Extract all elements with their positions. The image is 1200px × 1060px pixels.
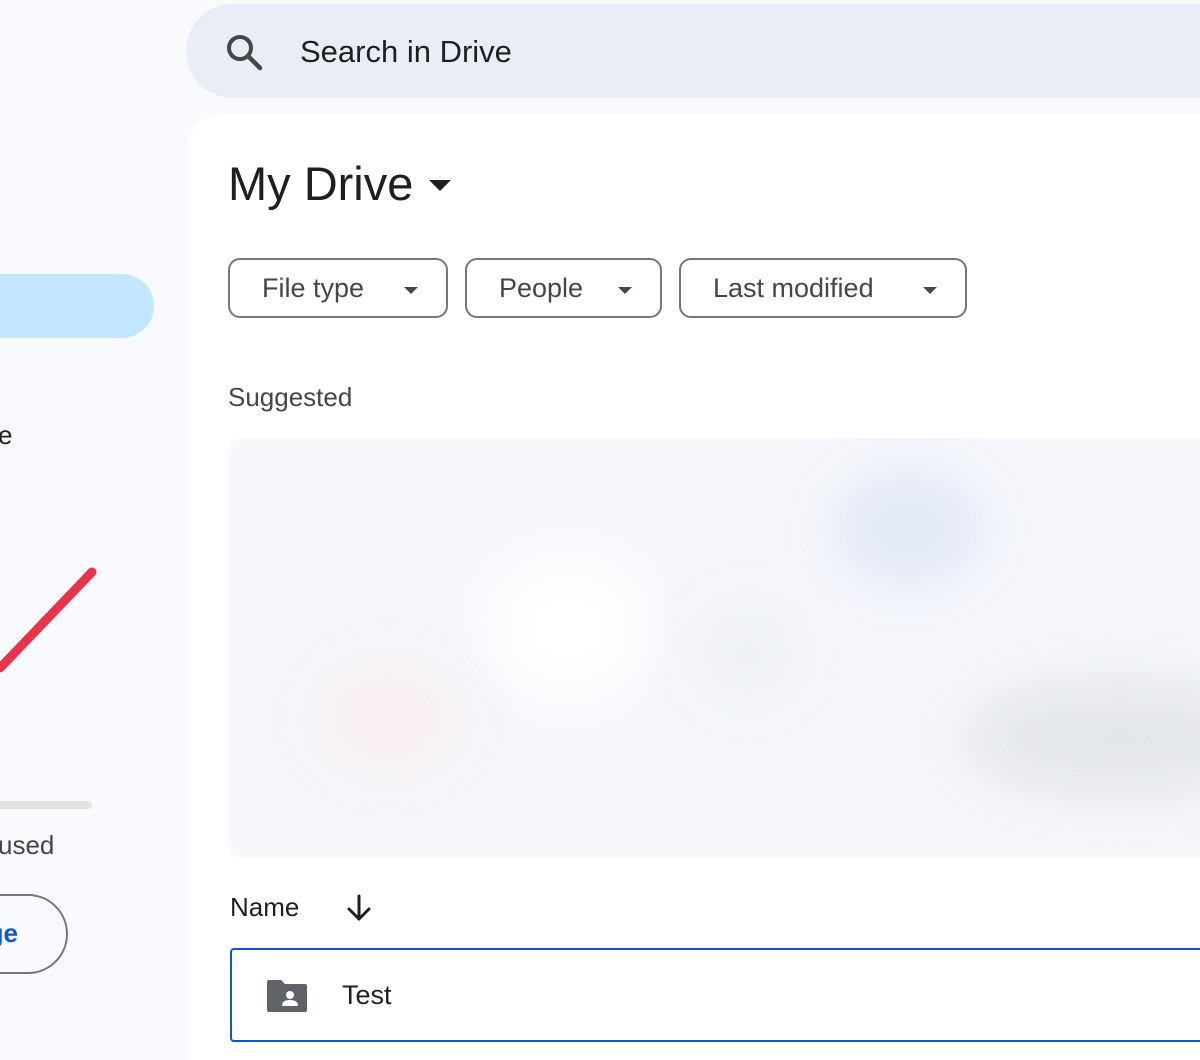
storage-bar bbox=[0, 801, 92, 809]
caret-down-icon bbox=[618, 287, 632, 294]
storage-button-label: ge bbox=[0, 918, 18, 948]
last-modified-filter[interactable]: Last modified bbox=[679, 258, 967, 318]
search-input[interactable]: Search in Drive bbox=[300, 34, 512, 70]
annotation-arrow bbox=[0, 567, 97, 673]
chip-label: File type bbox=[262, 272, 365, 303]
storage-used-text: used bbox=[0, 830, 55, 860]
name-column-label: Name bbox=[230, 892, 300, 922]
drive-page: e used ge Search in Drive My Drive File … bbox=[0, 0, 1200, 1060]
get-more-storage-button[interactable]: ge bbox=[0, 894, 68, 974]
suggested-area-blurred bbox=[228, 438, 1200, 858]
file-row[interactable]: Test bbox=[230, 948, 1200, 1042]
suggested-heading: Suggested bbox=[228, 382, 353, 412]
chip-label: People bbox=[499, 272, 584, 303]
sidebar: e used ge bbox=[0, 0, 188, 1060]
sidebar-item-label[interactable]: e bbox=[0, 420, 12, 451]
search-bar[interactable]: Search in Drive bbox=[186, 4, 1200, 98]
people-filter[interactable]: People bbox=[465, 258, 662, 318]
shared-folder-icon bbox=[267, 980, 307, 1012]
name-column-header[interactable]: Name bbox=[230, 892, 373, 923]
file-type-filter[interactable]: File type bbox=[228, 258, 448, 318]
sidebar-item-my-drive[interactable] bbox=[0, 274, 154, 338]
arrow-down-icon[interactable] bbox=[345, 893, 373, 923]
caret-down-icon bbox=[404, 287, 418, 294]
main-content: My Drive File type People Last modified … bbox=[188, 114, 1200, 1060]
caret-down-icon bbox=[429, 180, 452, 191]
my-drive-menu-button[interactable]: My Drive bbox=[228, 156, 452, 211]
file-name: Test bbox=[342, 980, 392, 1010]
caret-down-icon bbox=[923, 287, 937, 294]
chip-label: Last modified bbox=[713, 272, 874, 303]
search-icon[interactable] bbox=[224, 32, 264, 72]
page-title: My Drive bbox=[228, 157, 414, 210]
